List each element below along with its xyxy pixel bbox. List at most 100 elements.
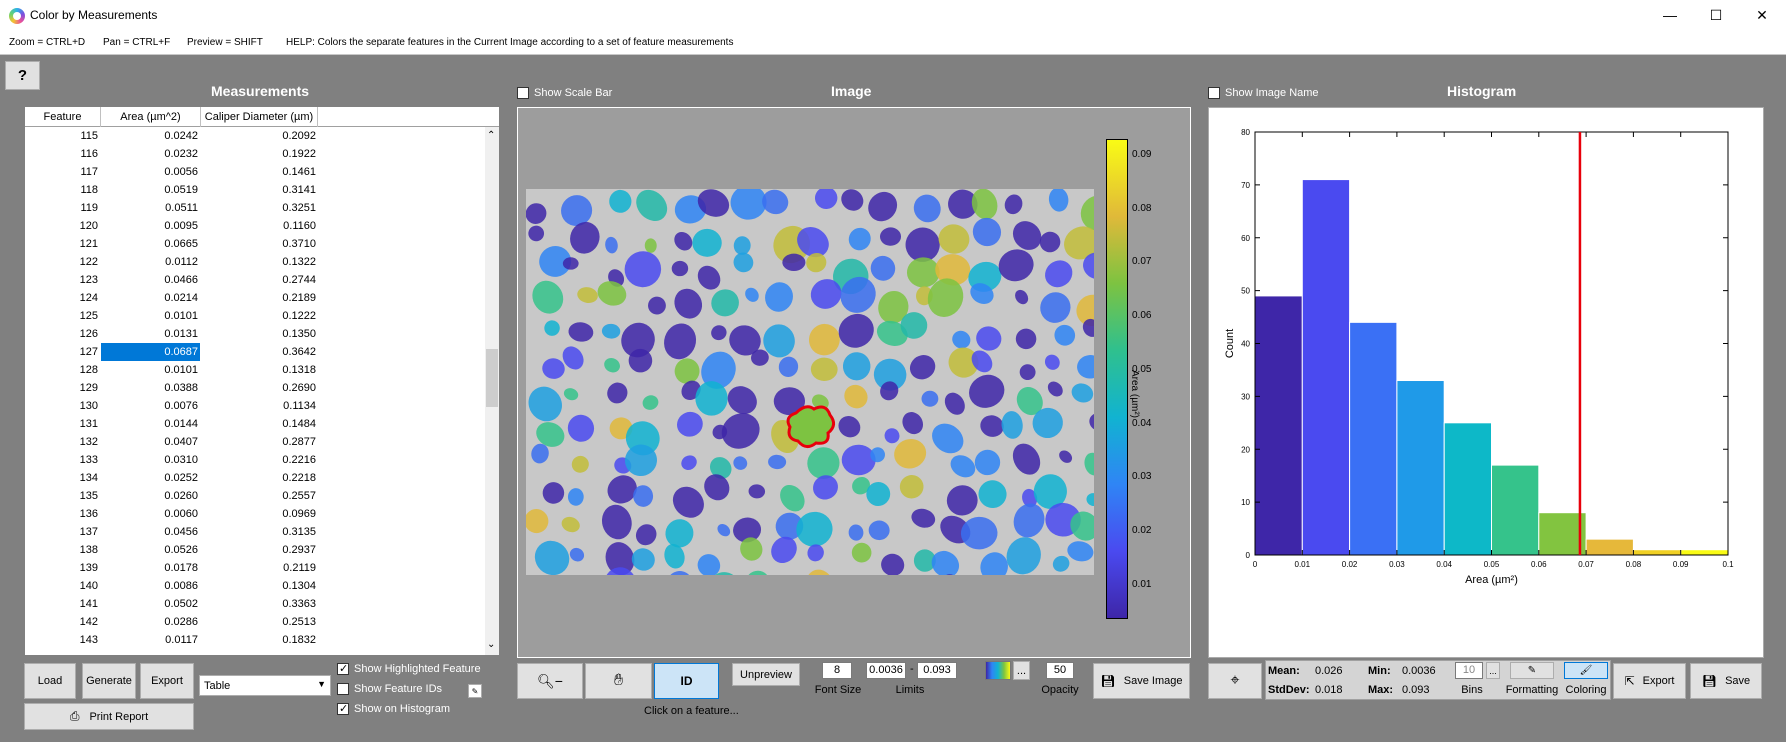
format-select[interactable]: Table ▼ xyxy=(199,675,331,696)
area-cell[interactable]: 0.0060 xyxy=(101,505,200,523)
table-row[interactable]: 121 0.0665 0.3710 xyxy=(25,235,485,253)
feature-cell[interactable]: 116 xyxy=(25,145,98,163)
table-row[interactable]: 141 0.0502 0.3363 xyxy=(25,595,485,613)
bins-input[interactable]: 10 xyxy=(1455,662,1483,679)
font-size-input[interactable]: 8 xyxy=(822,662,852,679)
feature-cell[interactable]: 136 xyxy=(25,505,98,523)
column-header-caliper[interactable]: Caliper Diameter (µm) xyxy=(201,107,318,127)
area-cell[interactable]: 0.0407 xyxy=(101,433,200,451)
coloring-button[interactable]: 🖌︎ xyxy=(1564,662,1608,679)
caliper-cell[interactable]: 0.1461 xyxy=(201,163,316,181)
caliper-cell[interactable]: 0.2218 xyxy=(201,469,316,487)
table-row[interactable]: 127 0.0687 0.3642 xyxy=(25,343,485,361)
scrollbar-thumb[interactable] xyxy=(486,349,498,407)
show-image-name-checkbox[interactable]: Show Image Name xyxy=(1208,87,1319,99)
area-cell[interactable]: 0.0076 xyxy=(101,397,200,415)
print-report-button[interactable]: ⎙ Print Report xyxy=(24,703,194,730)
caliper-cell[interactable]: 0.1160 xyxy=(201,217,316,235)
help-button[interactable]: ? xyxy=(5,61,40,90)
table-row[interactable]: 125 0.0101 0.1222 xyxy=(25,307,485,325)
caliper-cell[interactable]: 0.2877 xyxy=(201,433,316,451)
feature-cell[interactable]: 133 xyxy=(25,451,98,469)
table-row[interactable]: 123 0.0466 0.2744 xyxy=(25,271,485,289)
table-row[interactable]: 122 0.0112 0.1322 xyxy=(25,253,485,271)
feature-cell[interactable]: 120 xyxy=(25,217,98,235)
feature-cell[interactable]: 124 xyxy=(25,289,98,307)
caliper-cell[interactable]: 0.2744 xyxy=(201,271,316,289)
area-cell[interactable]: 0.0095 xyxy=(101,217,200,235)
table-row[interactable]: 118 0.0519 0.3141 xyxy=(25,181,485,199)
area-cell[interactable]: 0.0117 xyxy=(101,631,200,649)
caliper-cell[interactable]: 0.2513 xyxy=(201,613,316,631)
column-header-area[interactable]: Area (µm^2) xyxy=(101,107,201,127)
feature-cell[interactable]: 142 xyxy=(25,613,98,631)
checkbox-box[interactable] xyxy=(1208,87,1220,99)
feature-cell[interactable]: 143 xyxy=(25,631,98,649)
table-row[interactable]: 120 0.0095 0.1160 xyxy=(25,217,485,235)
area-cell[interactable]: 0.0687 xyxy=(101,343,200,361)
table-row[interactable]: 142 0.0286 0.2513 xyxy=(25,613,485,631)
zoom-button[interactable]: 🔍︎− xyxy=(517,663,583,699)
table-row[interactable]: 117 0.0056 0.1461 xyxy=(25,163,485,181)
feature-cell[interactable]: 129 xyxy=(25,379,98,397)
area-cell[interactable]: 0.0086 xyxy=(101,577,200,595)
feature-cell[interactable]: 121 xyxy=(25,235,98,253)
caliper-cell[interactable]: 0.3710 xyxy=(201,235,316,253)
caliper-cell[interactable]: 0.2216 xyxy=(201,451,316,469)
limit-high-input[interactable]: 0.093 xyxy=(917,662,957,679)
generate-button[interactable]: Generate xyxy=(82,663,136,699)
caliper-cell[interactable]: 0.3141 xyxy=(201,181,316,199)
table-row[interactable]: 124 0.0214 0.2189 xyxy=(25,289,485,307)
table-row[interactable]: 129 0.0388 0.2690 xyxy=(25,379,485,397)
area-cell[interactable]: 0.0112 xyxy=(101,253,200,271)
feature-cell[interactable]: 125 xyxy=(25,307,98,325)
opacity-input[interactable]: 50 xyxy=(1046,662,1074,679)
table-row[interactable]: 138 0.0526 0.2937 xyxy=(25,541,485,559)
feature-cell[interactable]: 134 xyxy=(25,469,98,487)
feature-cell[interactable]: 115 xyxy=(25,127,98,145)
show-scale-bar-checkbox[interactable]: Show Scale Bar xyxy=(517,87,612,99)
caliper-cell[interactable]: 0.2119 xyxy=(201,559,316,577)
table-row[interactable]: 128 0.0101 0.1318 xyxy=(25,361,485,379)
table-scrollbar[interactable]: ⌃ ⌄ xyxy=(485,127,499,655)
save-histogram-button[interactable]: 💾︎ Save xyxy=(1690,663,1762,699)
export-table-button[interactable]: Export xyxy=(140,663,194,699)
feature-cell[interactable]: 127 xyxy=(25,343,98,361)
export-histogram-button[interactable]: ⇱ Export xyxy=(1613,663,1686,699)
checkbox-box[interactable] xyxy=(337,662,349,675)
table-row[interactable]: 116 0.0232 0.1922 xyxy=(25,145,485,163)
feature-cell[interactable]: 119 xyxy=(25,199,98,217)
caliper-cell[interactable]: 0.1922 xyxy=(201,145,316,163)
table-row[interactable]: 119 0.0511 0.3251 xyxy=(25,199,485,217)
area-cell[interactable]: 0.0466 xyxy=(101,271,200,289)
maximize-button[interactable]: ☐ xyxy=(1693,0,1739,31)
table-row[interactable]: 135 0.0260 0.2557 xyxy=(25,487,485,505)
close-button[interactable]: ✕ xyxy=(1739,0,1785,31)
caliper-cell[interactable]: 0.1304 xyxy=(201,577,316,595)
id-button[interactable]: ID xyxy=(654,663,719,699)
caliper-cell[interactable]: 0.1222 xyxy=(201,307,316,325)
scroll-up-icon[interactable]: ⌃ xyxy=(487,130,495,141)
histogram-chart[interactable]: 0 0.01 0.02 0.03 0.04 0.05 0.06 0.07 0.08 0.09 0.1… xyxy=(1209,108,1763,657)
caliper-cell[interactable]: 0.1318 xyxy=(201,361,316,379)
area-cell[interactable]: 0.0101 xyxy=(101,361,200,379)
save-image-button[interactable]: 💾︎ Save Image xyxy=(1093,663,1190,699)
area-cell[interactable]: 0.0232 xyxy=(101,145,200,163)
caliper-cell[interactable]: 0.1350 xyxy=(201,325,316,343)
feature-cell[interactable]: 141 xyxy=(25,595,98,613)
table-row[interactable]: 139 0.0178 0.2119 xyxy=(25,559,485,577)
feature-cell[interactable]: 138 xyxy=(25,541,98,559)
feature-cell[interactable]: 139 xyxy=(25,559,98,577)
caliper-cell[interactable]: 0.2690 xyxy=(201,379,316,397)
histogram-select-button[interactable]: ⌖ xyxy=(1208,663,1262,699)
table-row[interactable]: 126 0.0131 0.1350 xyxy=(25,325,485,343)
unpreview-button[interactable]: Unpreview xyxy=(732,663,800,686)
load-button[interactable]: Load xyxy=(24,663,76,699)
feature-cell[interactable]: 122 xyxy=(25,253,98,271)
checkbox-box[interactable] xyxy=(337,683,349,695)
area-cell[interactable]: 0.0502 xyxy=(101,595,200,613)
caliper-cell[interactable]: 0.2189 xyxy=(201,289,316,307)
table-row[interactable]: 136 0.0060 0.0969 xyxy=(25,505,485,523)
area-cell[interactable]: 0.0519 xyxy=(101,181,200,199)
checkbox-box[interactable] xyxy=(337,702,349,715)
